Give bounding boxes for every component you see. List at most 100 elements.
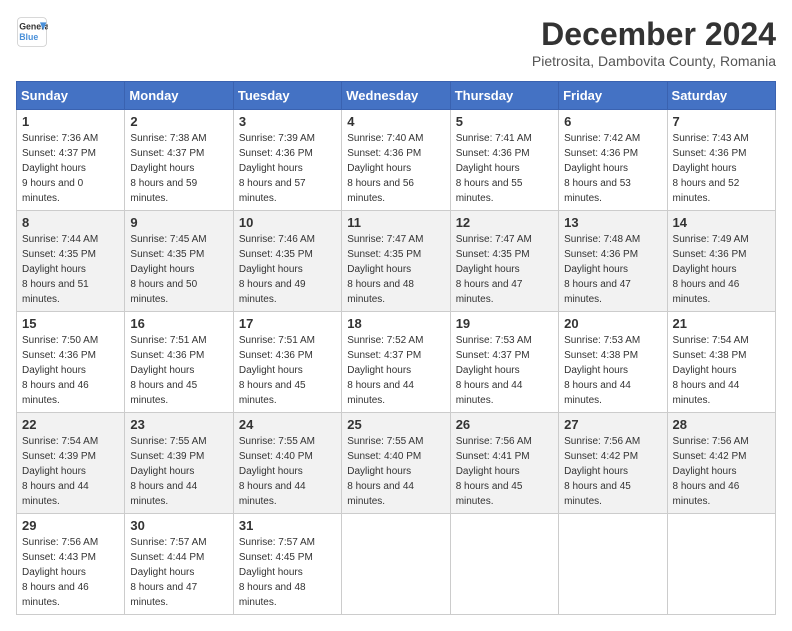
daylight-value: 8 hours and 46 minutes. xyxy=(22,380,89,406)
sunrise-label: Sunrise: 7:49 AM xyxy=(673,234,749,245)
daylight-value: 8 hours and 44 minutes. xyxy=(347,380,414,406)
sunrise-label: Sunrise: 7:55 AM xyxy=(347,436,423,447)
day-info: Sunrise: 7:56 AM Sunset: 4:41 PM Dayligh… xyxy=(456,434,553,509)
calendar-day-cell: 21 Sunrise: 7:54 AM Sunset: 4:38 PM Dayl… xyxy=(667,312,775,413)
sunset-label: Sunset: 4:43 PM xyxy=(22,552,96,563)
sunrise-label: Sunrise: 7:38 AM xyxy=(130,133,206,144)
day-number: 16 xyxy=(130,316,227,331)
daylight-value: 8 hours and 53 minutes. xyxy=(564,178,631,204)
sunset-label: Sunset: 4:45 PM xyxy=(239,552,313,563)
calendar-day-cell xyxy=(667,514,775,615)
sunrise-label: Sunrise: 7:40 AM xyxy=(347,133,423,144)
sunset-label: Sunset: 4:42 PM xyxy=(673,451,747,462)
daylight-label: Daylight hours xyxy=(347,466,411,477)
day-number: 9 xyxy=(130,215,227,230)
day-info: Sunrise: 7:43 AM Sunset: 4:36 PM Dayligh… xyxy=(673,131,770,206)
daylight-label: Daylight hours xyxy=(456,163,520,174)
daylight-value: 8 hours and 44 minutes. xyxy=(673,380,740,406)
sunset-label: Sunset: 4:37 PM xyxy=(130,148,204,159)
calendar-day-cell: 8 Sunrise: 7:44 AM Sunset: 4:35 PM Dayli… xyxy=(17,211,125,312)
day-info: Sunrise: 7:54 AM Sunset: 4:39 PM Dayligh… xyxy=(22,434,119,509)
day-info: Sunrise: 7:53 AM Sunset: 4:38 PM Dayligh… xyxy=(564,333,661,408)
daylight-label: Daylight hours xyxy=(673,466,737,477)
sunset-label: Sunset: 4:36 PM xyxy=(22,350,96,361)
calendar-day-cell: 23 Sunrise: 7:55 AM Sunset: 4:39 PM Dayl… xyxy=(125,413,233,514)
sunrise-label: Sunrise: 7:47 AM xyxy=(347,234,423,245)
day-number: 14 xyxy=(673,215,770,230)
sunrise-label: Sunrise: 7:46 AM xyxy=(239,234,315,245)
day-number: 22 xyxy=(22,417,119,432)
calendar-week-row: 8 Sunrise: 7:44 AM Sunset: 4:35 PM Dayli… xyxy=(17,211,776,312)
day-number: 23 xyxy=(130,417,227,432)
daylight-value: 8 hours and 44 minutes. xyxy=(564,380,631,406)
calendar-day-cell: 26 Sunrise: 7:56 AM Sunset: 4:41 PM Dayl… xyxy=(450,413,558,514)
daylight-value: 8 hours and 47 minutes. xyxy=(564,279,631,305)
daylight-label: Daylight hours xyxy=(564,163,628,174)
daylight-value: 8 hours and 44 minutes. xyxy=(130,481,197,507)
sunset-label: Sunset: 4:37 PM xyxy=(22,148,96,159)
sunrise-label: Sunrise: 7:43 AM xyxy=(673,133,749,144)
daylight-label: Daylight hours xyxy=(673,365,737,376)
day-number: 28 xyxy=(673,417,770,432)
daylight-value: 8 hours and 47 minutes. xyxy=(456,279,523,305)
sunrise-label: Sunrise: 7:56 AM xyxy=(673,436,749,447)
day-number: 12 xyxy=(456,215,553,230)
daylight-label: Daylight hours xyxy=(239,365,303,376)
sunset-label: Sunset: 4:38 PM xyxy=(564,350,638,361)
day-info: Sunrise: 7:42 AM Sunset: 4:36 PM Dayligh… xyxy=(564,131,661,206)
day-number: 21 xyxy=(673,316,770,331)
calendar-day-cell xyxy=(450,514,558,615)
daylight-value: 8 hours and 56 minutes. xyxy=(347,178,414,204)
sunrise-label: Sunrise: 7:42 AM xyxy=(564,133,640,144)
day-info: Sunrise: 7:36 AM Sunset: 4:37 PM Dayligh… xyxy=(22,131,119,206)
calendar-week-row: 22 Sunrise: 7:54 AM Sunset: 4:39 PM Dayl… xyxy=(17,413,776,514)
day-number: 4 xyxy=(347,114,444,129)
sunrise-label: Sunrise: 7:51 AM xyxy=(239,335,315,346)
daylight-value: 8 hours and 45 minutes. xyxy=(239,380,306,406)
day-info: Sunrise: 7:54 AM Sunset: 4:38 PM Dayligh… xyxy=(673,333,770,408)
daylight-label: Daylight hours xyxy=(564,264,628,275)
svg-text:Blue: Blue xyxy=(19,32,38,42)
location-title: Pietrosita, Dambovita County, Romania xyxy=(532,53,776,69)
day-number: 11 xyxy=(347,215,444,230)
calendar-day-cell: 12 Sunrise: 7:47 AM Sunset: 4:35 PM Dayl… xyxy=(450,211,558,312)
daylight-label: Daylight hours xyxy=(239,264,303,275)
day-info: Sunrise: 7:38 AM Sunset: 4:37 PM Dayligh… xyxy=(130,131,227,206)
daylight-value: 8 hours and 52 minutes. xyxy=(673,178,740,204)
sunrise-label: Sunrise: 7:55 AM xyxy=(239,436,315,447)
sunrise-label: Sunrise: 7:54 AM xyxy=(22,436,98,447)
sunset-label: Sunset: 4:36 PM xyxy=(564,249,638,260)
calendar-day-cell: 14 Sunrise: 7:49 AM Sunset: 4:36 PM Dayl… xyxy=(667,211,775,312)
daylight-value: 8 hours and 49 minutes. xyxy=(239,279,306,305)
calendar-week-row: 15 Sunrise: 7:50 AM Sunset: 4:36 PM Dayl… xyxy=(17,312,776,413)
sunset-label: Sunset: 4:40 PM xyxy=(347,451,421,462)
sunrise-label: Sunrise: 7:53 AM xyxy=(456,335,532,346)
calendar-day-cell: 13 Sunrise: 7:48 AM Sunset: 4:36 PM Dayl… xyxy=(559,211,667,312)
calendar-day-cell: 11 Sunrise: 7:47 AM Sunset: 4:35 PM Dayl… xyxy=(342,211,450,312)
calendar-day-cell: 16 Sunrise: 7:51 AM Sunset: 4:36 PM Dayl… xyxy=(125,312,233,413)
daylight-label: Daylight hours xyxy=(347,163,411,174)
calendar-header-sunday: Sunday xyxy=(17,82,125,110)
calendar-day-cell: 1 Sunrise: 7:36 AM Sunset: 4:37 PM Dayli… xyxy=(17,110,125,211)
sunrise-label: Sunrise: 7:41 AM xyxy=(456,133,532,144)
day-info: Sunrise: 7:52 AM Sunset: 4:37 PM Dayligh… xyxy=(347,333,444,408)
calendar-header-row: SundayMondayTuesdayWednesdayThursdayFrid… xyxy=(17,82,776,110)
day-info: Sunrise: 7:45 AM Sunset: 4:35 PM Dayligh… xyxy=(130,232,227,307)
day-info: Sunrise: 7:56 AM Sunset: 4:42 PM Dayligh… xyxy=(673,434,770,509)
day-info: Sunrise: 7:57 AM Sunset: 4:44 PM Dayligh… xyxy=(130,535,227,610)
sunset-label: Sunset: 4:39 PM xyxy=(22,451,96,462)
calendar-day-cell: 2 Sunrise: 7:38 AM Sunset: 4:37 PM Dayli… xyxy=(125,110,233,211)
sunset-label: Sunset: 4:35 PM xyxy=(456,249,530,260)
title-area: December 2024 Pietrosita, Dambovita Coun… xyxy=(532,16,776,69)
day-info: Sunrise: 7:47 AM Sunset: 4:35 PM Dayligh… xyxy=(347,232,444,307)
daylight-value: 8 hours and 45 minutes. xyxy=(564,481,631,507)
logo: General Blue xyxy=(16,16,48,48)
sunset-label: Sunset: 4:35 PM xyxy=(22,249,96,260)
day-info: Sunrise: 7:47 AM Sunset: 4:35 PM Dayligh… xyxy=(456,232,553,307)
sunrise-label: Sunrise: 7:56 AM xyxy=(564,436,640,447)
daylight-label: Daylight hours xyxy=(22,466,86,477)
daylight-value: 8 hours and 45 minutes. xyxy=(130,380,197,406)
calendar-day-cell: 28 Sunrise: 7:56 AM Sunset: 4:42 PM Dayl… xyxy=(667,413,775,514)
day-number: 15 xyxy=(22,316,119,331)
sunset-label: Sunset: 4:42 PM xyxy=(564,451,638,462)
